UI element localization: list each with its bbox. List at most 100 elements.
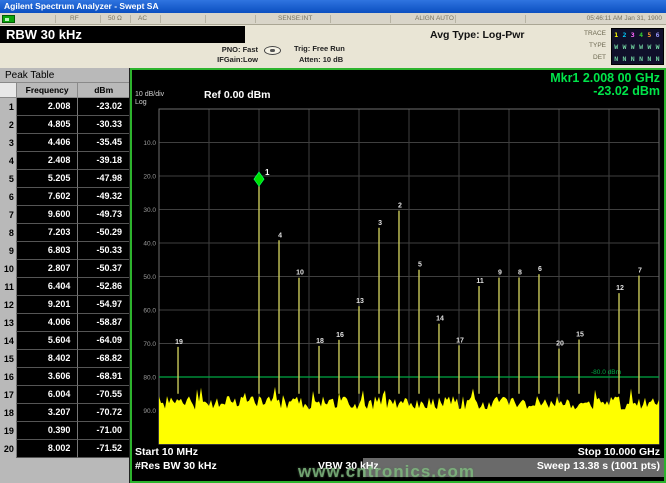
res-bw-label: #Res BW 30 kHz <box>135 460 217 472</box>
trace-legend-label: TRACE <box>583 30 606 37</box>
marker-label-6: 6 <box>538 266 542 273</box>
status-separator <box>330 15 331 23</box>
marker-label-3: 3 <box>378 220 382 227</box>
trace-det-2: N <box>622 55 627 63</box>
peak-frequency-value: 7.602 <box>15 188 78 206</box>
spectrum-display: 10.0 20.0 30.0 40.0 50.0 60.0 70.0 80.0 90.0 -80.… <box>130 68 666 483</box>
peak-table-col-frequency: Frequency <box>15 83 78 97</box>
peak-table-row-13: 13 4.006 -58.87 <box>0 314 129 332</box>
marker1-diamond-icon[interactable] <box>253 171 265 187</box>
peak-frequency-value: 6.404 <box>15 278 78 296</box>
peak-amplitude-value: -39.18 <box>77 152 129 170</box>
marker-label-1: 1 <box>265 168 270 177</box>
peak-table-row-7: 7 9.600 -49.73 <box>0 206 129 224</box>
y-tick-label: 50.0 <box>143 274 156 281</box>
peak-table-row-19: 19 0.390 -71.00 <box>0 422 129 440</box>
marker-label-11: 11 <box>476 278 484 285</box>
window-title: Agilent Spectrum Analyzer - Swept SA <box>4 1 159 11</box>
trace-det-5: N <box>647 55 652 63</box>
status-datetime: 05:46:11 AM Jan 31, 1900 <box>586 15 662 22</box>
marker-label-18: 18 <box>316 338 324 345</box>
y-tick-label: 70.0 <box>143 341 156 348</box>
marker1-amplitude-readout: -23.02 dBm <box>593 84 660 98</box>
peak-table-row-15: 15 8.402 -68.82 <box>0 350 129 368</box>
peak-amplitude-value: -23.02 <box>77 98 129 116</box>
peak-frequency-value: 4.805 <box>15 116 78 134</box>
trace-type-6: W <box>655 43 660 51</box>
peak-table-row-12: 12 9.201 -54.97 <box>0 296 129 314</box>
trace-number-4: 4 <box>639 31 643 39</box>
trig-readout: Trig: Free Run <box>294 44 345 53</box>
trace-det-label: DET <box>593 54 606 61</box>
peak-row-number: 13 <box>0 314 16 332</box>
pno-readout: PNO: Fast <box>221 45 258 54</box>
sweep-label: Sweep 13.38 s (1001 pts) <box>536 460 660 472</box>
peak-table-row-6: 6 7.602 -49.32 <box>0 188 129 206</box>
rbw-value: RBW 30 kHz <box>6 27 82 42</box>
peak-row-number: 20 <box>0 440 16 458</box>
peak-table-row-9: 9 6.803 -50.33 <box>0 242 129 260</box>
peak-table-row-3: 3 4.406 -35.45 <box>0 134 129 152</box>
y-tick-label: 30.0 <box>143 207 156 214</box>
rbw-readout[interactable]: RBW 30 kHz <box>0 26 245 43</box>
y-tick-label: 20.0 <box>143 174 156 181</box>
marker-label-8: 8 <box>518 269 522 276</box>
start-frequency-label: Start 10 MHz <box>135 446 199 458</box>
marker-label-16: 16 <box>336 332 344 339</box>
trace-legend-box[interactable]: 123456 WWWWWW NNNNNN <box>611 28 664 65</box>
marker-label-4: 4 <box>278 232 282 239</box>
status-led-icon <box>2 15 15 23</box>
peak-amplitude-value: -68.82 <box>77 350 129 368</box>
marker-label-13: 13 <box>356 298 364 305</box>
peak-table-row-5: 5 5.205 -47.98 <box>0 170 129 188</box>
peak-amplitude-value: -58.87 <box>77 314 129 332</box>
status-separator <box>160 15 161 23</box>
trigger-coupling-icon <box>264 46 281 55</box>
status-separator <box>130 15 131 23</box>
trace-det-4: N <box>639 55 643 63</box>
trace-det-6: N <box>655 55 660 63</box>
marker-label-7: 7 <box>638 268 642 275</box>
status-separator <box>205 15 206 23</box>
avg-type-readout: Avg Type: Log-Pwr <box>430 29 525 41</box>
peak-frequency-value: 6.004 <box>15 386 78 404</box>
peak-frequency-value: 3.207 <box>15 404 78 422</box>
trace-type-1: W <box>614 43 619 51</box>
peak-amplitude-value: -50.29 <box>77 224 129 242</box>
marker-label-5: 5 <box>418 262 422 269</box>
trace-type-4: W <box>639 43 643 51</box>
peak-frequency-value: 9.201 <box>15 296 78 314</box>
status-bar: 05:46:11 AM Jan 31, 1900 RF 50 Ω AC SENSE:I… <box>0 13 666 25</box>
peak-table-row-2: 2 4.805 -30.33 <box>0 116 129 134</box>
trace-det-1: N <box>614 55 619 63</box>
peak-table-row-17: 17 6.004 -70.55 <box>0 386 129 404</box>
y-tick-label: 60.0 <box>143 308 156 315</box>
peak-row-number: 11 <box>0 278 16 296</box>
trace-det-3: N <box>630 55 635 63</box>
settings-bar: RBW 30 kHz Avg Type: Log-Pwr PNO: Fast I… <box>0 25 666 68</box>
peak-row-number: 16 <box>0 368 16 386</box>
status-item-sense-int: SENSE:INT <box>278 15 313 22</box>
peak-row-number: 7 <box>0 206 16 224</box>
marker-label-17: 17 <box>456 337 464 344</box>
peak-amplitude-value: -70.72 <box>77 404 129 422</box>
peak-amplitude-value: -68.91 <box>77 368 129 386</box>
stop-frequency-label: Stop 10.000 GHz <box>577 446 660 458</box>
peak-table-row-11: 11 6.404 -52.86 <box>0 278 129 296</box>
peak-row-number: 15 <box>0 350 16 368</box>
peak-row-number: 4 <box>0 152 16 170</box>
status-item-align-auto: ALIGN AUTO <box>415 15 454 22</box>
trace-number-5: 5 <box>647 31 652 39</box>
spectrum-analyzer-screen: Agilent Spectrum Analyzer - Swept SA 05:… <box>0 0 666 483</box>
peak-amplitude-value: -54.97 <box>77 296 129 314</box>
marker-label-9: 9 <box>498 270 502 277</box>
window-title-bar[interactable]: Agilent Spectrum Analyzer - Swept SA <box>0 0 666 13</box>
trace-type-5: W <box>647 43 652 51</box>
peak-amplitude-value: -49.73 <box>77 206 129 224</box>
peak-amplitude-value: -71.52 <box>77 440 129 458</box>
atten-readout: Atten: 10 dB <box>299 55 344 64</box>
status-item-50-: 50 Ω <box>108 15 122 22</box>
trace-type-label: TYPE <box>589 42 606 49</box>
peak-frequency-value: 4.006 <box>15 314 78 332</box>
peak-frequency-value: 2.008 <box>15 98 78 116</box>
